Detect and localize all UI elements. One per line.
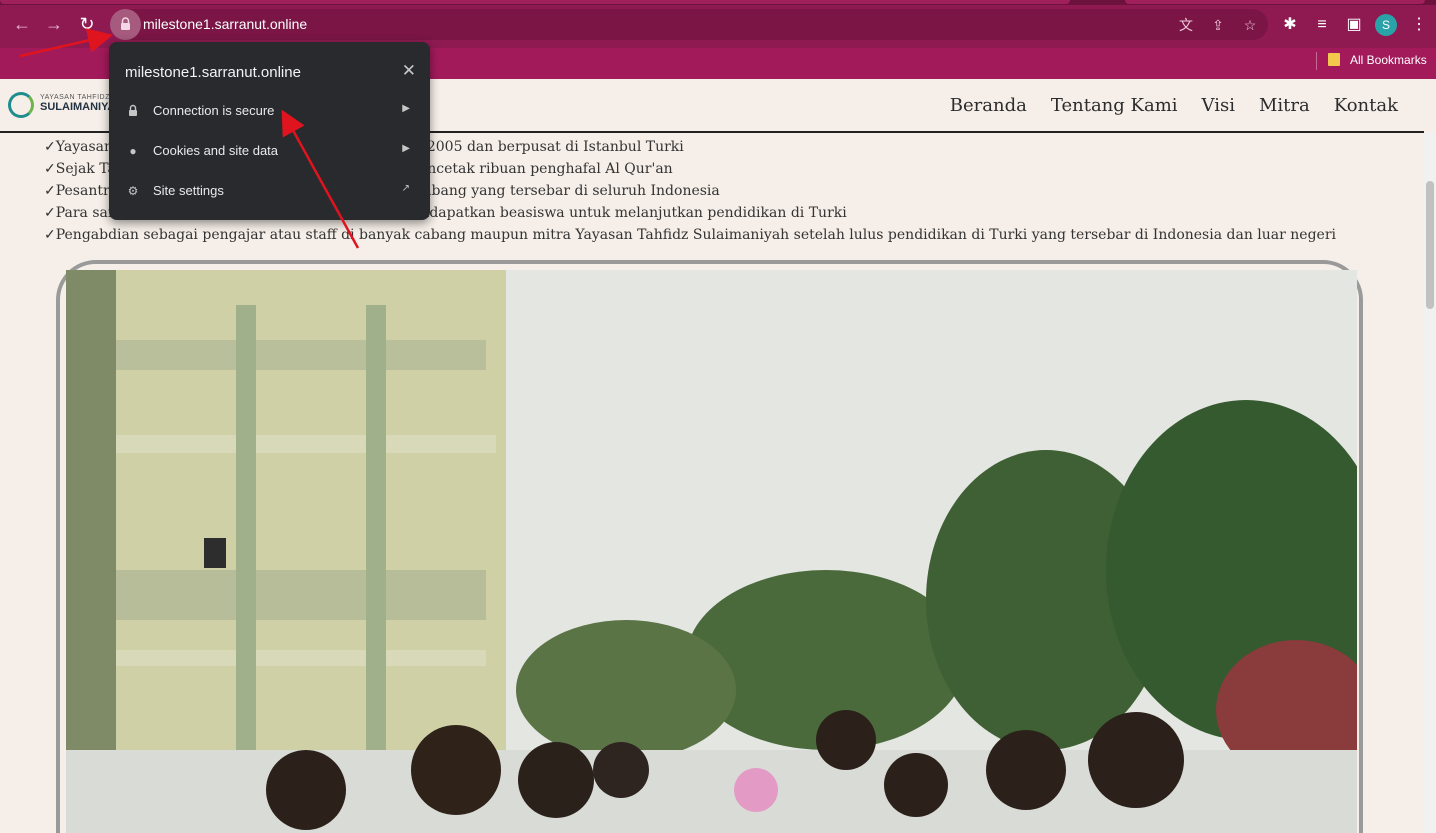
site-settings-item[interactable]: ⚙ Site settings ↗ (109, 171, 430, 211)
site-info-popup: milestone1.sarranut.online ✕ Connection … (109, 42, 430, 220)
url-text[interactable]: milestone1.sarranut.online (143, 16, 307, 32)
cookie-icon: ● (129, 144, 137, 158)
photo-scene (66, 270, 1357, 833)
cookies-site-data-item[interactable]: ● Cookies and site data ▶ (109, 131, 430, 171)
external-link-icon: ↗ (401, 183, 410, 194)
close-icon[interactable]: ✕ (402, 61, 416, 81)
lock-icon (121, 17, 130, 30)
main-nav: Beranda Tentang Kami Visi Mitra Kontak (950, 95, 1398, 116)
translate-icon[interactable]: 文 (1176, 15, 1196, 35)
share-icon[interactable]: ⇪ (1208, 15, 1228, 35)
reload-icon[interactable]: ↻ (75, 12, 99, 36)
lock-icon (129, 104, 137, 116)
nav-kontak[interactable]: Kontak (1334, 95, 1398, 116)
all-bookmarks-button[interactable]: All Bookmarks (1350, 53, 1427, 67)
gear-icon: ⚙ (127, 184, 139, 198)
forward-icon[interactable]: → (42, 12, 66, 36)
bullet-item: ✓Pengabdian sebagai pengajar atau staff … (44, 227, 1336, 243)
star-icon[interactable]: ☆ (1240, 15, 1260, 35)
kebab-menu-icon[interactable]: ⋮ (1408, 14, 1430, 36)
page-scrollbar[interactable] (1424, 133, 1436, 833)
address-bar[interactable]: milestone1.sarranut.online 文 ⇪ ☆ (110, 9, 1268, 40)
chevron-right-icon: ▶ (402, 143, 410, 154)
logo-subtitle: YAYASAN TAHFIDZ (40, 94, 110, 101)
folder-icon[interactable] (1328, 53, 1340, 66)
chevron-right-icon: ▶ (402, 103, 410, 114)
scrollbar-thumb[interactable] (1426, 181, 1434, 309)
popup-title: milestone1.sarranut.online (125, 64, 301, 81)
back-icon[interactable]: ← (10, 12, 34, 36)
side-panel-icon[interactable]: ▣ (1343, 14, 1365, 36)
site-info-button[interactable] (110, 9, 141, 40)
profile-avatar[interactable]: S (1375, 14, 1397, 36)
puzzle-icon[interactable]: ✱ (1279, 14, 1301, 36)
inactive-tab-edge[interactable] (1125, 0, 1425, 4)
active-tab-edge[interactable] (0, 0, 1070, 4)
nav-beranda[interactable]: Beranda (950, 95, 1027, 116)
browser-toolbar: ← → ↻ milestone1.sarranut.online 文 ⇪ ☆ ✱… (0, 0, 1436, 48)
nav-tentang-kami[interactable]: Tentang Kami (1051, 95, 1178, 116)
tab-strip (0, 0, 1436, 5)
nav-visi[interactable]: Visi (1202, 95, 1235, 116)
bookmarks-separator (1316, 52, 1317, 70)
group-photo (66, 270, 1357, 833)
nav-mitra[interactable]: Mitra (1259, 95, 1310, 116)
connection-secure-item[interactable]: Connection is secure ▶ (109, 91, 430, 131)
cookies-site-data-label: Cookies and site data (153, 143, 279, 158)
connection-secure-label: Connection is secure (153, 103, 275, 118)
site-settings-label: Site settings (153, 183, 224, 198)
media-queue-icon[interactable]: ≡ (1311, 14, 1333, 36)
logo-icon[interactable] (8, 92, 34, 118)
